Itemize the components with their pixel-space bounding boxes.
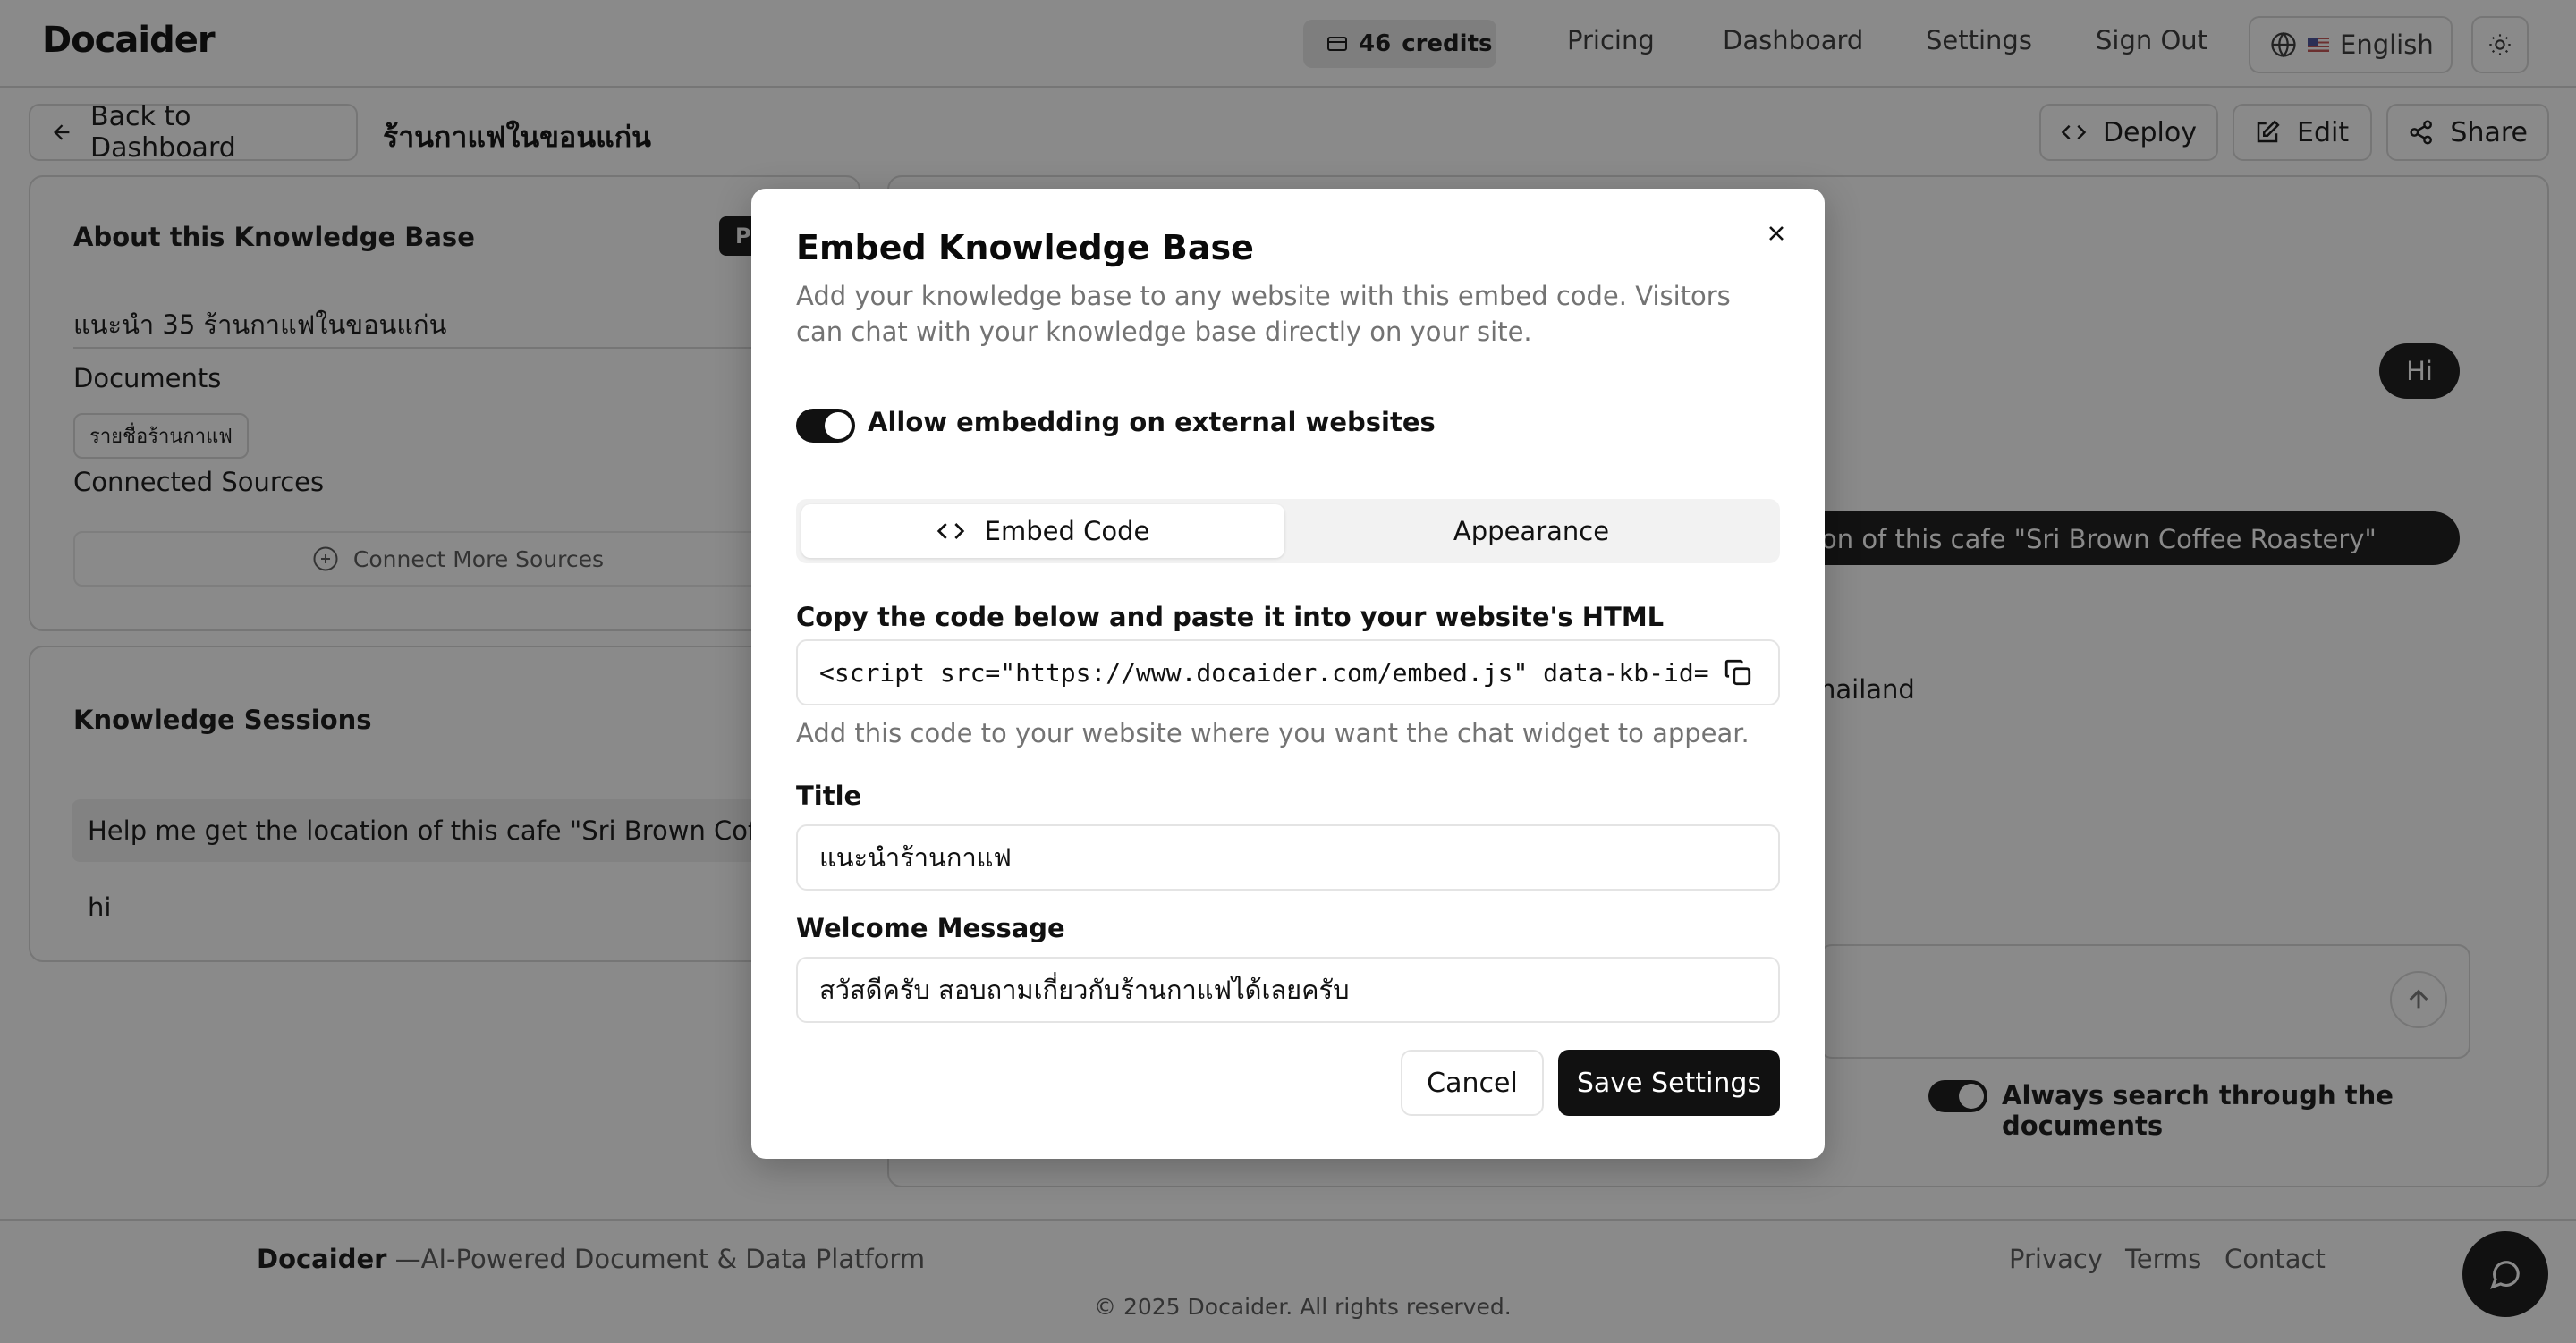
code-hint: Add this code to your website where you … — [796, 718, 1750, 748]
dialog-description: Add your knowledge base to any website w… — [796, 281, 1731, 347]
welcome-message-label: Welcome Message — [796, 913, 1065, 943]
chat-input[interactable] — [1819, 944, 2470, 1059]
edit-button[interactable]: Edit — [2233, 104, 2372, 161]
close-button[interactable] — [1762, 219, 1791, 248]
code-icon — [2061, 119, 2087, 146]
plus-circle-icon — [312, 545, 339, 572]
us-flag-icon — [2308, 38, 2329, 52]
session-item[interactable]: Help me get the location of this cafe "S… — [72, 799, 841, 862]
always-search-toggle[interactable] — [1928, 1080, 1987, 1112]
chat-widget-button[interactable] — [2462, 1231, 2548, 1317]
allow-embedding-label: Allow embedding on external websites — [868, 407, 1436, 437]
allow-embedding-toggle[interactable] — [796, 409, 855, 443]
title-input[interactable]: แนะนำร้านกาแฟ — [796, 824, 1780, 891]
welcome-message-input[interactable]: สวัสดีครับ สอบถามเกี่ยวกับร้านกาแฟได้เลย… — [796, 957, 1780, 1023]
footer-link-contact[interactable]: Contact — [2224, 1244, 2326, 1274]
connect-more-label: Connect More Sources — [352, 545, 605, 572]
user-message-bubble: Hi — [2379, 343, 2460, 399]
about-heading: About this Knowledge Base — [73, 222, 475, 252]
connect-more-sources-button[interactable]: Connect More Sources — [73, 531, 843, 587]
copy-button[interactable] — [1719, 654, 1757, 691]
kb-description: แนะนำ 35 ร้านกาแฟในขอนแก่น — [73, 309, 447, 340]
theme-toggle-button[interactable] — [2471, 16, 2529, 73]
nav-dashboard[interactable]: Dashboard — [1723, 25, 1863, 55]
footer-link-terms[interactable]: Terms — [2125, 1244, 2201, 1274]
credits-label: credits — [1402, 30, 1493, 57]
divider — [73, 347, 825, 349]
app-logo[interactable]: Docaider — [42, 20, 216, 61]
edit-icon — [2254, 119, 2281, 146]
tab-appearance[interactable]: Appearance — [1290, 504, 1773, 558]
footer-brand-line: Docaider —AI-Powered Document & Data Pla… — [257, 1244, 925, 1274]
documents-heading: Documents — [73, 363, 222, 393]
share-label: Share — [2450, 116, 2528, 148]
deploy-label: Deploy — [2102, 116, 2197, 148]
footer-link-privacy[interactable]: Privacy — [2009, 1244, 2103, 1274]
close-icon — [1764, 221, 1789, 246]
credits-count: 46 — [1359, 30, 1392, 57]
title-label: Title — [796, 781, 862, 811]
footer: Docaider —AI-Powered Document & Data Pla… — [0, 1219, 2576, 1343]
tab-list: Embed Code Appearance — [796, 499, 1780, 563]
arrow-up-icon — [2404, 985, 2433, 1014]
embed-code-field[interactable]: <script src="https://www.docaider.com/em… — [796, 639, 1780, 705]
share-icon — [2408, 119, 2434, 146]
send-button[interactable] — [2390, 971, 2447, 1028]
title-input-value: แนะนำร้านกาแฟ — [819, 842, 1012, 873]
session-item[interactable]: hi — [88, 892, 111, 923]
back-to-dashboard-button[interactable]: Back to Dashboard — [29, 101, 358, 164]
save-settings-button[interactable]: Save Settings — [1558, 1050, 1780, 1116]
welcome-message-value: สวัสดีครับ สอบถามเกี่ยวกับร้านกาแฟได้เลย… — [819, 975, 1350, 1005]
top-navbar: Docaider 46 credits Pricing Dashboard Se… — [0, 0, 2576, 88]
assistant-message: hailand — [1819, 674, 1915, 705]
credit-card-icon — [1326, 33, 1348, 55]
tab-embed-code[interactable]: Embed Code — [801, 504, 1284, 558]
globe-icon — [2270, 31, 2297, 58]
knowledge-sessions-card: Knowledge Sessions Help me get the locat… — [29, 646, 860, 962]
back-label: Back to Dashboard — [90, 101, 236, 164]
edit-label: Edit — [2297, 116, 2350, 148]
code-label: Copy the code below and paste it into yo… — [796, 602, 1665, 632]
copyright: © 2025 Docaider. All rights reserved. — [1094, 1294, 1512, 1320]
arrow-left-icon — [50, 120, 74, 145]
sun-icon — [2487, 32, 2512, 57]
language-label: English — [2340, 30, 2434, 60]
cancel-button[interactable]: Cancel — [1401, 1050, 1544, 1116]
nav-settings[interactable]: Settings — [1926, 25, 2032, 55]
sessions-heading: Knowledge Sessions — [73, 705, 372, 735]
embed-code-value: <script src="https://www.docaider.com/em… — [819, 657, 1709, 688]
share-button[interactable]: Share — [2386, 104, 2549, 161]
embed-knowledge-base-dialog: Embed Knowledge Base Add your knowledge … — [751, 189, 1825, 1159]
tab-embed-code-label: Embed Code — [984, 516, 1150, 546]
footer-brand: Docaider — [257, 1244, 387, 1274]
dialog-title: Embed Knowledge Base — [796, 228, 1254, 267]
knowledge-base-title: ร้านกาแฟในขอนแก่น — [383, 120, 651, 154]
footer-tagline: —AI-Powered Document & Data Platform — [386, 1244, 926, 1274]
deploy-button[interactable]: Deploy — [2039, 104, 2218, 161]
connected-sources-heading: Connected Sources — [73, 467, 325, 497]
credits-badge[interactable]: 46 credits — [1303, 20, 1496, 68]
always-search-label: Always search through the documents — [2002, 1080, 2394, 1141]
document-tag[interactable]: รายชื่อร้านกาแฟ — [73, 413, 249, 459]
about-knowledge-base-card: About this Knowledge Base P แนะนำ 35 ร้า… — [29, 175, 860, 631]
code-icon — [936, 517, 965, 545]
copy-icon — [1723, 657, 1753, 688]
language-selector[interactable]: English — [2249, 16, 2453, 73]
nav-pricing[interactable]: Pricing — [1567, 25, 1655, 55]
nav-sign-out[interactable]: Sign Out — [2096, 25, 2207, 55]
message-circle-icon — [2488, 1257, 2522, 1291]
